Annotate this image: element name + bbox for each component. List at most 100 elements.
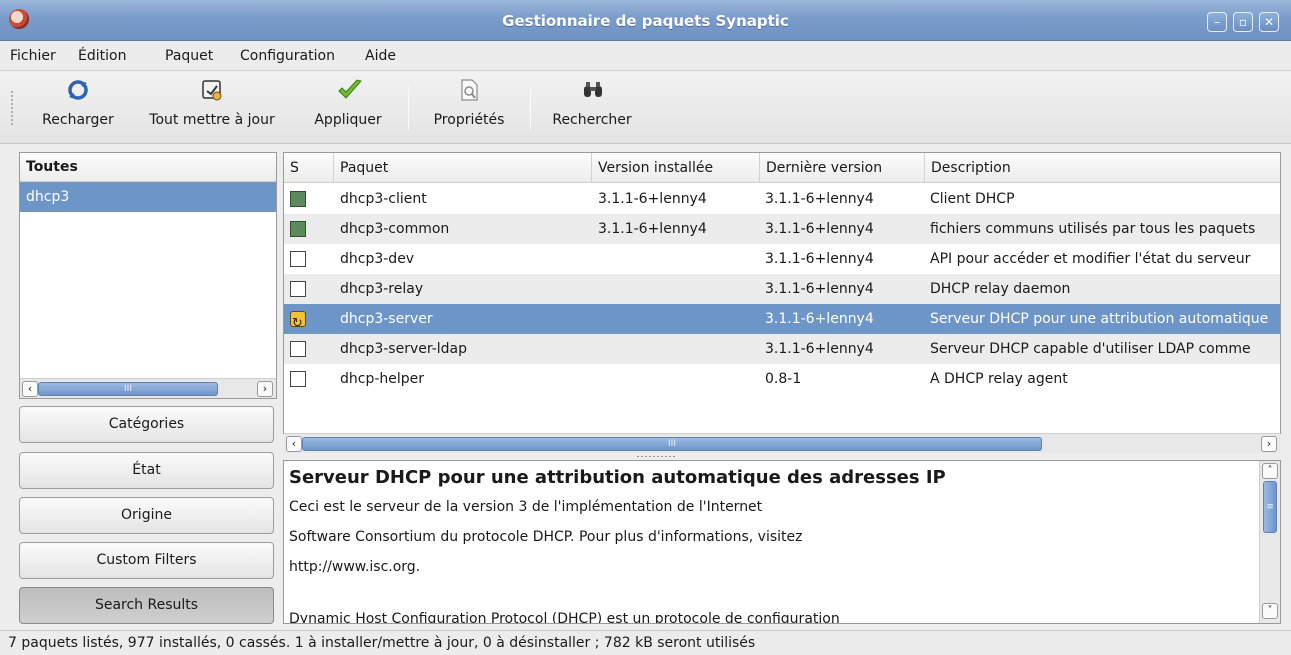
marked-for-install-status-icon[interactable] — [290, 309, 306, 334]
status-bar: 7 paquets listés, 977 installés, 0 cassé… — [0, 630, 1291, 655]
package-name: dhcp3-server-ldap — [340, 341, 468, 357]
installed-version: 3.1.1-6+lenny4 — [598, 221, 707, 237]
apply-label: Appliquer — [314, 112, 382, 128]
package-table: S Paquet Version installée Dernière vers… — [283, 152, 1281, 434]
filter-list-header[interactable]: Toutes — [20, 153, 276, 182]
apply-checkmark-icon — [337, 78, 362, 102]
table-row[interactable]: dhcp3-dev 3.1.1-6+lenny4 API pour accéde… — [284, 244, 1280, 274]
table-row[interactable]: dhcp-helper 0.8-1 A DHCP relay agent — [284, 364, 1280, 394]
package-name: dhcp3-client — [340, 191, 427, 207]
minimize-button[interactable]: – — [1207, 12, 1227, 32]
package-name: dhcp3-server — [340, 311, 433, 327]
filter-list-item[interactable]: dhcp3 — [20, 182, 276, 212]
scrollbar-thumb[interactable]: III — [38, 382, 218, 396]
filter-list: Toutes dhcp3 — [19, 152, 277, 399]
scroll-up-arrow-icon[interactable]: ˄ — [1262, 463, 1278, 479]
description-line: http://www.isc.org. — [289, 559, 421, 575]
menu-edition[interactable]: Édition — [78, 48, 126, 64]
column-header-description[interactable]: Description — [925, 153, 1280, 183]
properties-icon — [458, 78, 480, 102]
status-cell[interactable] — [284, 244, 334, 274]
toolbar-grip[interactable] — [10, 90, 14, 126]
package-description: API pour accéder et modifier l'état du s… — [930, 251, 1251, 267]
title-bar: Gestionnaire de paquets Synaptic – ▫ ✕ — [0, 0, 1291, 41]
package-name: dhcp3-dev — [340, 251, 415, 267]
column-header-package[interactable]: Paquet — [334, 153, 592, 183]
not-installed-status-icon[interactable] — [290, 251, 306, 267]
description-line: Software Consortium du protocole DHCP. P… — [289, 529, 803, 545]
menu-paquet[interactable]: Paquet — [165, 48, 213, 64]
status-cell[interactable] — [284, 214, 334, 244]
categories-button[interactable]: Catégories — [19, 406, 274, 443]
toolbar-separator — [530, 86, 531, 130]
menu-fichier[interactable]: Fichier — [10, 48, 56, 64]
upgrade-all-icon — [201, 78, 223, 102]
not-installed-status-icon[interactable] — [290, 281, 306, 297]
package-description: Client DHCP — [930, 191, 1015, 207]
scroll-right-arrow-icon[interactable]: › — [257, 381, 273, 397]
scroll-left-arrow-icon[interactable]: ‹ — [286, 436, 302, 452]
scroll-left-arrow-icon[interactable]: ‹ — [22, 381, 38, 397]
origin-button[interactable]: Origine — [19, 497, 274, 534]
search-results-button[interactable]: Search Results — [19, 587, 274, 624]
latest-version: 0.8-1 — [765, 371, 802, 387]
package-name: dhcp3-relay — [340, 281, 424, 297]
reload-icon — [67, 78, 89, 102]
column-header-latest-version[interactable]: Dernière version — [760, 153, 925, 183]
not-installed-status-icon[interactable] — [290, 371, 306, 387]
filter-list-horizontal-scrollbar[interactable]: ‹ III › — [20, 378, 276, 398]
description-pane: Serveur DHCP pour une attribution automa… — [283, 460, 1281, 624]
package-description: A DHCP relay agent — [930, 371, 1068, 387]
status-cell[interactable] — [284, 364, 334, 394]
properties-label: Propriétés — [433, 112, 505, 128]
reload-button[interactable]: Recharger — [30, 78, 126, 138]
menu-bar: Fichier Édition Paquet Configuration Aid… — [0, 42, 1291, 71]
apply-button[interactable]: Appliquer — [300, 78, 396, 138]
description-vertical-scrollbar[interactable]: ˄ ≡ ˅ — [1259, 461, 1280, 623]
upgrade-all-button[interactable]: Tout mettre à jour — [136, 78, 288, 138]
column-header-installed-version[interactable]: Version installée — [592, 153, 760, 183]
toolbar-separator — [408, 86, 409, 130]
column-header-status[interactable]: S — [284, 153, 334, 183]
menu-aide[interactable]: Aide — [365, 48, 396, 64]
package-description: Serveur DHCP pour une attribution automa… — [930, 311, 1269, 327]
menu-configuration[interactable]: Configuration — [240, 48, 335, 64]
latest-version: 3.1.1-6+lenny4 — [765, 311, 874, 327]
scroll-right-arrow-icon[interactable]: › — [1261, 436, 1277, 452]
table-row[interactable]: dhcp3-relay 3.1.1-6+lenny4 DHCP relay da… — [284, 274, 1280, 304]
window-title: Gestionnaire de paquets Synaptic — [502, 12, 789, 30]
upgrade-all-label: Tout mettre à jour — [149, 112, 275, 128]
search-button[interactable]: Rechercher — [540, 78, 644, 138]
reload-label: Recharger — [42, 112, 114, 128]
status-cell[interactable] — [284, 304, 334, 334]
description-line-partial: Dynamic Host Configuration Protocol (DHC… — [289, 611, 840, 624]
status-cell[interactable] — [284, 274, 334, 304]
latest-version: 3.1.1-6+lenny4 — [765, 341, 874, 357]
pane-resize-handle[interactable] — [636, 455, 676, 458]
status-cell[interactable] — [284, 184, 334, 214]
scrollbar-thumb[interactable]: ≡ — [1263, 481, 1277, 533]
scroll-down-arrow-icon[interactable]: ˅ — [1262, 603, 1278, 619]
package-description: Serveur DHCP capable d'utiliser LDAP com… — [930, 341, 1251, 357]
toolbar: Recharger Tout mettre à jour Appliquer P… — [0, 72, 1291, 144]
table-row[interactable]: dhcp3-server-ldap 3.1.1-6+lenny4 Serveur… — [284, 334, 1280, 364]
scrollbar-thumb[interactable]: III — [302, 437, 1042, 451]
latest-version: 3.1.1-6+lenny4 — [765, 221, 874, 237]
package-table-horizontal-scrollbar[interactable]: ‹ III › — [284, 433, 1280, 453]
table-row[interactable]: dhcp3-client 3.1.1-6+lenny4 3.1.1-6+lenn… — [284, 184, 1280, 214]
table-header: S Paquet Version installée Dernière vers… — [284, 153, 1280, 183]
status-cell[interactable] — [284, 334, 334, 364]
installed-status-icon[interactable] — [290, 221, 306, 237]
installed-status-icon[interactable] — [290, 191, 306, 207]
installed-version: 3.1.1-6+lenny4 — [598, 191, 707, 207]
table-row-selected[interactable]: dhcp3-server 3.1.1-6+lenny4 Serveur DHCP… — [284, 304, 1280, 334]
state-button[interactable]: État — [19, 452, 274, 489]
table-row[interactable]: dhcp3-common 3.1.1-6+lenny4 3.1.1-6+lenn… — [284, 214, 1280, 244]
properties-button[interactable]: Propriétés — [420, 78, 518, 138]
custom-filters-button[interactable]: Custom Filters — [19, 542, 274, 579]
package-name: dhcp-helper — [340, 371, 425, 387]
close-button[interactable]: ✕ — [1259, 12, 1279, 32]
maximize-button[interactable]: ▫ — [1233, 12, 1253, 32]
package-name: dhcp3-common — [340, 221, 450, 237]
not-installed-status-icon[interactable] — [290, 341, 306, 357]
